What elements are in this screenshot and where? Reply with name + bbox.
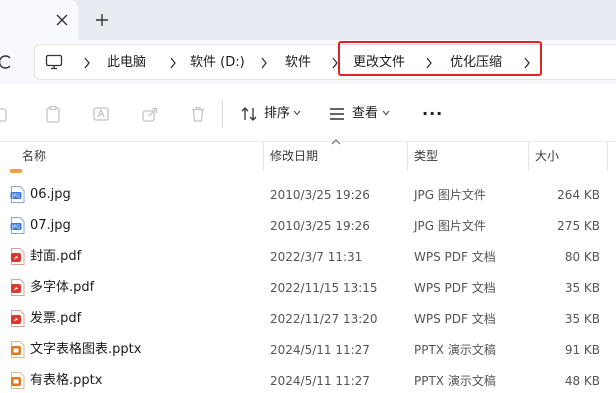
file-modified: 2010/3/25 19:26 [270, 219, 370, 233]
file-size: 80 KB [564, 250, 600, 264]
svg-text:JPG: JPG [11, 194, 20, 200]
new-tab-icon[interactable] [94, 12, 110, 28]
column-divider[interactable] [263, 142, 264, 170]
rename-icon[interactable] [92, 105, 110, 123]
view-icon[interactable] [328, 105, 346, 123]
file-type: WPS PDF 文档 [414, 281, 496, 295]
active-tab[interactable] [0, 0, 78, 40]
pptx-file-icon [11, 372, 25, 389]
file-modified: 2010/3/25 19:26 [270, 188, 370, 202]
sort-icon[interactable] [240, 105, 258, 123]
file-name: 发票.pdf [30, 311, 82, 326]
chevron-right-icon[interactable] [169, 57, 177, 69]
column-divider[interactable] [528, 142, 529, 170]
file-type: PPTX 演示文稿 [414, 374, 496, 388]
column-name[interactable]: 名称 [22, 148, 46, 164]
jpg-file-icon: JPG [10, 186, 25, 203]
file-type: WPS PDF 文档 [414, 312, 496, 326]
chevron-right-icon[interactable] [260, 57, 268, 69]
copy-icon[interactable] [0, 105, 10, 123]
chevron-down-icon[interactable] [293, 110, 301, 116]
share-icon[interactable] [141, 105, 159, 123]
file-modified: 2022/11/15 13:15 [270, 281, 378, 295]
close-icon[interactable] [54, 12, 70, 28]
file-row[interactable]: JPG 07.jpg 2010/3/25 19:26 JPG 图片文件 275 … [0, 210, 616, 241]
column-modified[interactable]: 修改日期 [270, 148, 318, 164]
chevron-down-icon[interactable] [382, 110, 390, 116]
partial-file-icon [10, 169, 22, 173]
pptx-file-icon [11, 341, 25, 358]
file-size: 91 KB [564, 343, 600, 357]
file-row[interactable]: 发票.pdf 2022/11/27 13:20 WPS PDF 文档 35 KB [0, 303, 616, 334]
file-name: 06.jpg [30, 187, 71, 202]
file-row[interactable]: 文字表格图表.pptx 2024/5/11 11:27 PPTX 演示文稿 91… [0, 334, 616, 365]
file-name: 07.jpg [30, 218, 71, 233]
column-divider[interactable] [407, 142, 408, 170]
jpg-file-icon: JPG [10, 217, 25, 234]
breadcrumb-software[interactable]: 软件 [285, 54, 311, 72]
pdf-file-icon [11, 279, 25, 296]
file-row[interactable]: 有表格.pptx 2024/5/11 11:27 PPTX 演示文稿 48 KB [0, 365, 616, 393]
view-button[interactable]: 查看 [352, 105, 378, 123]
tab-strip [0, 0, 616, 40]
file-size: 264 KB [557, 188, 600, 202]
file-size: 275 KB [557, 219, 600, 233]
file-name: 封面.pdf [30, 249, 82, 264]
file-size: 35 KB [564, 312, 600, 326]
breadcrumb-this-pc[interactable]: 此电脑 [107, 54, 146, 72]
file-modified: 2024/5/11 11:27 [270, 343, 370, 357]
file-name: 文字表格图表.pptx [30, 342, 142, 357]
file-row[interactable]: 多字体.pdf 2022/11/15 13:15 WPS PDF 文档 35 K… [0, 272, 616, 303]
file-row[interactable]: 封面.pdf 2022/3/7 11:31 WPS PDF 文档 80 KB [0, 241, 616, 272]
paste-icon[interactable] [44, 105, 62, 123]
breadcrumb-drive-d[interactable]: 软件 (D:) [190, 54, 245, 72]
file-modified: 2022/3/7 11:31 [270, 250, 363, 264]
sort-button[interactable]: 排序 [264, 105, 290, 123]
column-size[interactable]: 大小 [535, 148, 559, 164]
sort-ascending-icon [331, 139, 341, 145]
file-type: WPS PDF 文档 [414, 250, 496, 264]
refresh-icon[interactable] [0, 54, 14, 70]
file-type: JPG 图片文件 [414, 219, 486, 233]
file-type: PPTX 演示文稿 [414, 343, 496, 357]
column-header: 名称 修改日期 类型 大小 [0, 142, 616, 170]
file-modified: 2022/11/27 13:20 [270, 312, 378, 326]
pdf-file-icon [11, 248, 25, 265]
delete-icon[interactable] [189, 105, 207, 123]
file-name: 多字体.pdf [30, 280, 95, 295]
computer-icon[interactable] [45, 54, 63, 70]
pdf-file-icon [11, 310, 25, 327]
file-modified: 2024/5/11 11:27 [270, 374, 370, 388]
command-bar: 排序 查看 ··· [0, 84, 616, 142]
svg-text:JPG: JPG [11, 225, 20, 231]
highlight-box [338, 41, 542, 76]
file-type: JPG 图片文件 [414, 188, 486, 202]
column-divider[interactable] [607, 142, 608, 170]
file-row[interactable]: JPG 06.jpg 2010/3/25 19:26 JPG 图片文件 264 … [0, 179, 616, 210]
file-size: 48 KB [564, 374, 600, 388]
chevron-right-icon[interactable] [83, 57, 91, 69]
column-type[interactable]: 类型 [414, 148, 438, 164]
file-size: 35 KB [564, 281, 600, 295]
file-name: 有表格.pptx [30, 373, 103, 388]
more-options-button[interactable]: ··· [422, 106, 443, 122]
toolbar-divider [222, 100, 223, 128]
